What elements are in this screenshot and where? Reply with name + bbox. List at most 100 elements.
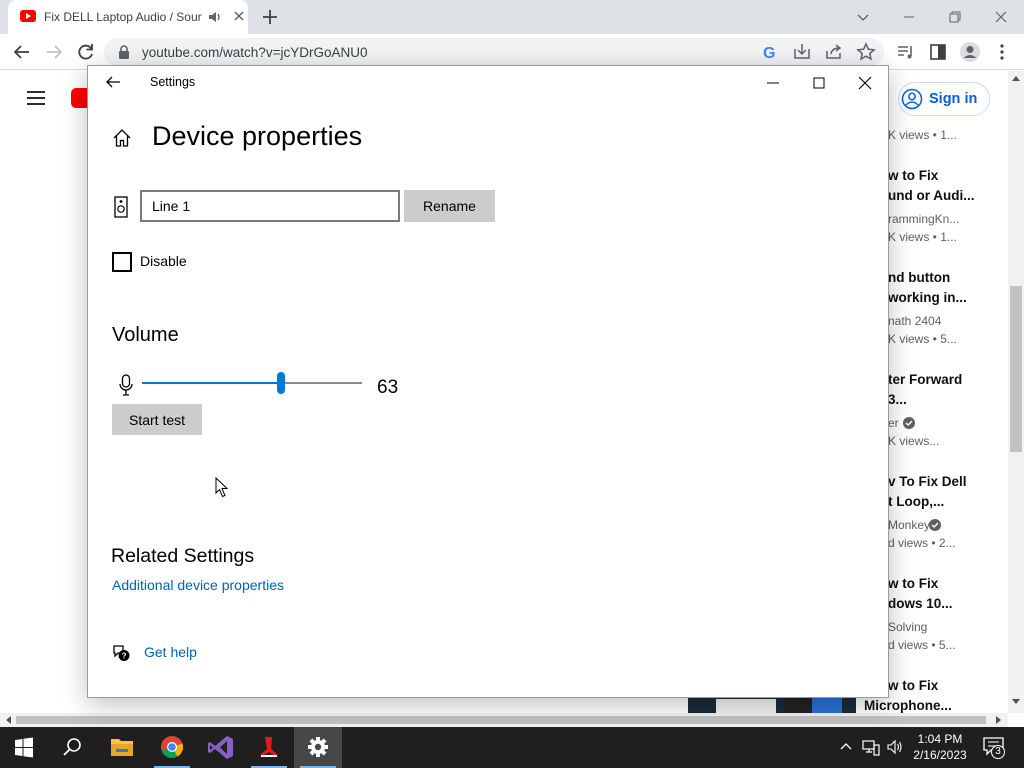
back-arrow-icon[interactable] <box>104 73 122 91</box>
disable-label[interactable]: Disable <box>140 253 187 269</box>
media-control-icon[interactable] <box>895 41 917 63</box>
rename-button[interactable]: Rename <box>404 190 495 222</box>
window-title: Settings <box>150 75 196 89</box>
account-icon <box>901 88 923 110</box>
volume-tray-icon[interactable] <box>886 738 904 756</box>
side-panel-icon[interactable] <box>927 41 949 63</box>
tab-audio-icon[interactable] <box>208 11 222 23</box>
lock-icon[interactable] <box>118 45 130 59</box>
notifications-icon[interactable]: 3 <box>983 736 1011 760</box>
sign-in-button[interactable]: Sign in <box>898 82 990 116</box>
volume-slider-thumb[interactable] <box>277 372 285 394</box>
youtube-favicon-icon <box>20 10 36 22</box>
show-hidden-icons-icon[interactable] <box>838 739 854 755</box>
bookmark-star-icon[interactable] <box>855 41 877 63</box>
scroll-down-arrow-icon[interactable] <box>1011 698 1021 706</box>
additional-device-properties-link[interactable]: Additional device properties <box>112 577 284 593</box>
search-icon[interactable] <box>48 727 96 768</box>
related-video-title[interactable]: und or Audi... <box>888 188 974 203</box>
system-clock[interactable]: 1:04 PM 2/16/2023 <box>908 731 972 763</box>
scroll-up-arrow-icon[interactable] <box>1011 74 1021 82</box>
svg-text:?: ? <box>122 652 127 661</box>
start-test-label: Start test <box>128 412 186 428</box>
chrome-icon[interactable] <box>148 727 196 768</box>
start-test-button[interactable]: Start test <box>112 404 202 435</box>
minimize-button[interactable] <box>764 74 782 92</box>
related-video-meta: K views • 1... <box>888 230 957 244</box>
clock-time: 1:04 PM <box>917 732 963 746</box>
related-video-meta: d views • 2... <box>888 536 956 550</box>
related-video-title[interactable]: 3... <box>888 392 907 407</box>
get-help-link[interactable]: Get help <box>144 644 197 660</box>
get-help-icon: ? <box>111 643 131 663</box>
related-video-title[interactable]: w to Fix <box>888 576 938 591</box>
profile-avatar-icon[interactable] <box>959 41 981 63</box>
microphone-icon <box>119 374 133 396</box>
related-video-channel: rammingKn... <box>888 212 960 226</box>
related-video-title[interactable]: w to Fix <box>888 168 938 183</box>
close-tab-icon[interactable] <box>232 9 246 23</box>
browser-menu-icon[interactable] <box>991 41 1013 63</box>
browser-close-button[interactable] <box>990 6 1012 28</box>
related-video-title[interactable]: dows 10... <box>888 596 953 611</box>
settings-window: Settings Device properties Line 1 Rename… <box>87 65 889 698</box>
scroll-right-arrow-icon[interactable] <box>995 715 1003 725</box>
related-video-channel: nath 2404 <box>888 314 942 328</box>
related-video-title[interactable]: Microphone... <box>864 698 952 713</box>
home-icon[interactable] <box>112 128 132 148</box>
related-video-title[interactable]: nd button <box>888 270 950 285</box>
related-settings-heading: Related Settings <box>111 545 255 567</box>
close-button[interactable] <box>856 74 874 92</box>
verified-icon <box>929 519 941 531</box>
reload-icon[interactable] <box>75 41 97 63</box>
url-text: youtube.com/watch?v=jcYDrGoANU0 <box>142 45 368 60</box>
volume-value: 63 <box>377 377 399 398</box>
speaker-device-icon <box>114 196 128 218</box>
related-video-title[interactable]: t Loop,... <box>888 494 944 509</box>
share-icon[interactable] <box>823 41 845 63</box>
maximize-button[interactable] <box>810 74 828 92</box>
notification-count-badge: 3 <box>991 745 1005 759</box>
video-thumbnail[interactable] <box>688 697 856 713</box>
network-icon[interactable] <box>862 738 880 756</box>
disable-checkbox[interactable] <box>112 252 132 272</box>
related-video-title[interactable]: v To Fix Dell <box>888 474 967 489</box>
mouse-cursor-icon <box>215 477 229 498</box>
related-video-meta: d views • 5... <box>888 638 956 652</box>
new-tab-button[interactable] <box>260 7 280 27</box>
visual-studio-icon[interactable] <box>197 727 245 768</box>
tab-search-icon[interactable] <box>852 6 874 28</box>
related-video-title[interactable]: ter Forward <box>888 372 962 387</box>
forward-icon[interactable] <box>43 41 65 63</box>
related-video-title[interactable]: w to Fix <box>888 678 938 693</box>
rename-label: Rename <box>423 198 476 214</box>
device-name-value: Line 1 <box>152 198 191 214</box>
google-lens-icon[interactable]: G <box>759 41 781 63</box>
related-video-channel: Monkey <box>888 518 931 532</box>
related-video-meta: K views • 5... <box>888 332 957 346</box>
browser-tab[interactable]: Fix DELL Laptop Audio / Sound <box>8 0 248 34</box>
related-video-title[interactable]: working in... <box>888 290 967 305</box>
scroll-left-arrow-icon[interactable] <box>4 715 12 725</box>
install-app-icon[interactable] <box>791 41 813 63</box>
related-video-meta: K views • 1... <box>888 128 957 142</box>
back-icon[interactable] <box>11 41 33 63</box>
page-title: Device properties <box>152 121 363 151</box>
sign-in-label: Sign in <box>929 91 978 107</box>
vertical-scroll-thumb[interactable] <box>1010 286 1022 452</box>
device-name-input[interactable]: Line 1 <box>140 190 400 222</box>
volume-slider-fill <box>142 382 281 384</box>
start-button[interactable] <box>0 727 48 768</box>
settings-taskbar-icon[interactable] <box>294 727 342 768</box>
youtube-menu-icon[interactable] <box>25 88 47 108</box>
volume-heading: Volume <box>112 324 179 346</box>
browser-restore-button[interactable] <box>944 6 966 28</box>
volume-slider[interactable] <box>142 372 362 396</box>
related-video-meta: K views... <box>888 434 940 448</box>
clock-date: 2/16/2023 <box>913 748 967 762</box>
horizontal-scroll-thumb[interactable] <box>16 716 986 724</box>
file-explorer-icon[interactable] <box>98 727 146 768</box>
browser-minimize-button[interactable] <box>898 6 920 28</box>
recording-app-icon[interactable] <box>245 727 293 768</box>
verified-icon <box>903 417 915 429</box>
